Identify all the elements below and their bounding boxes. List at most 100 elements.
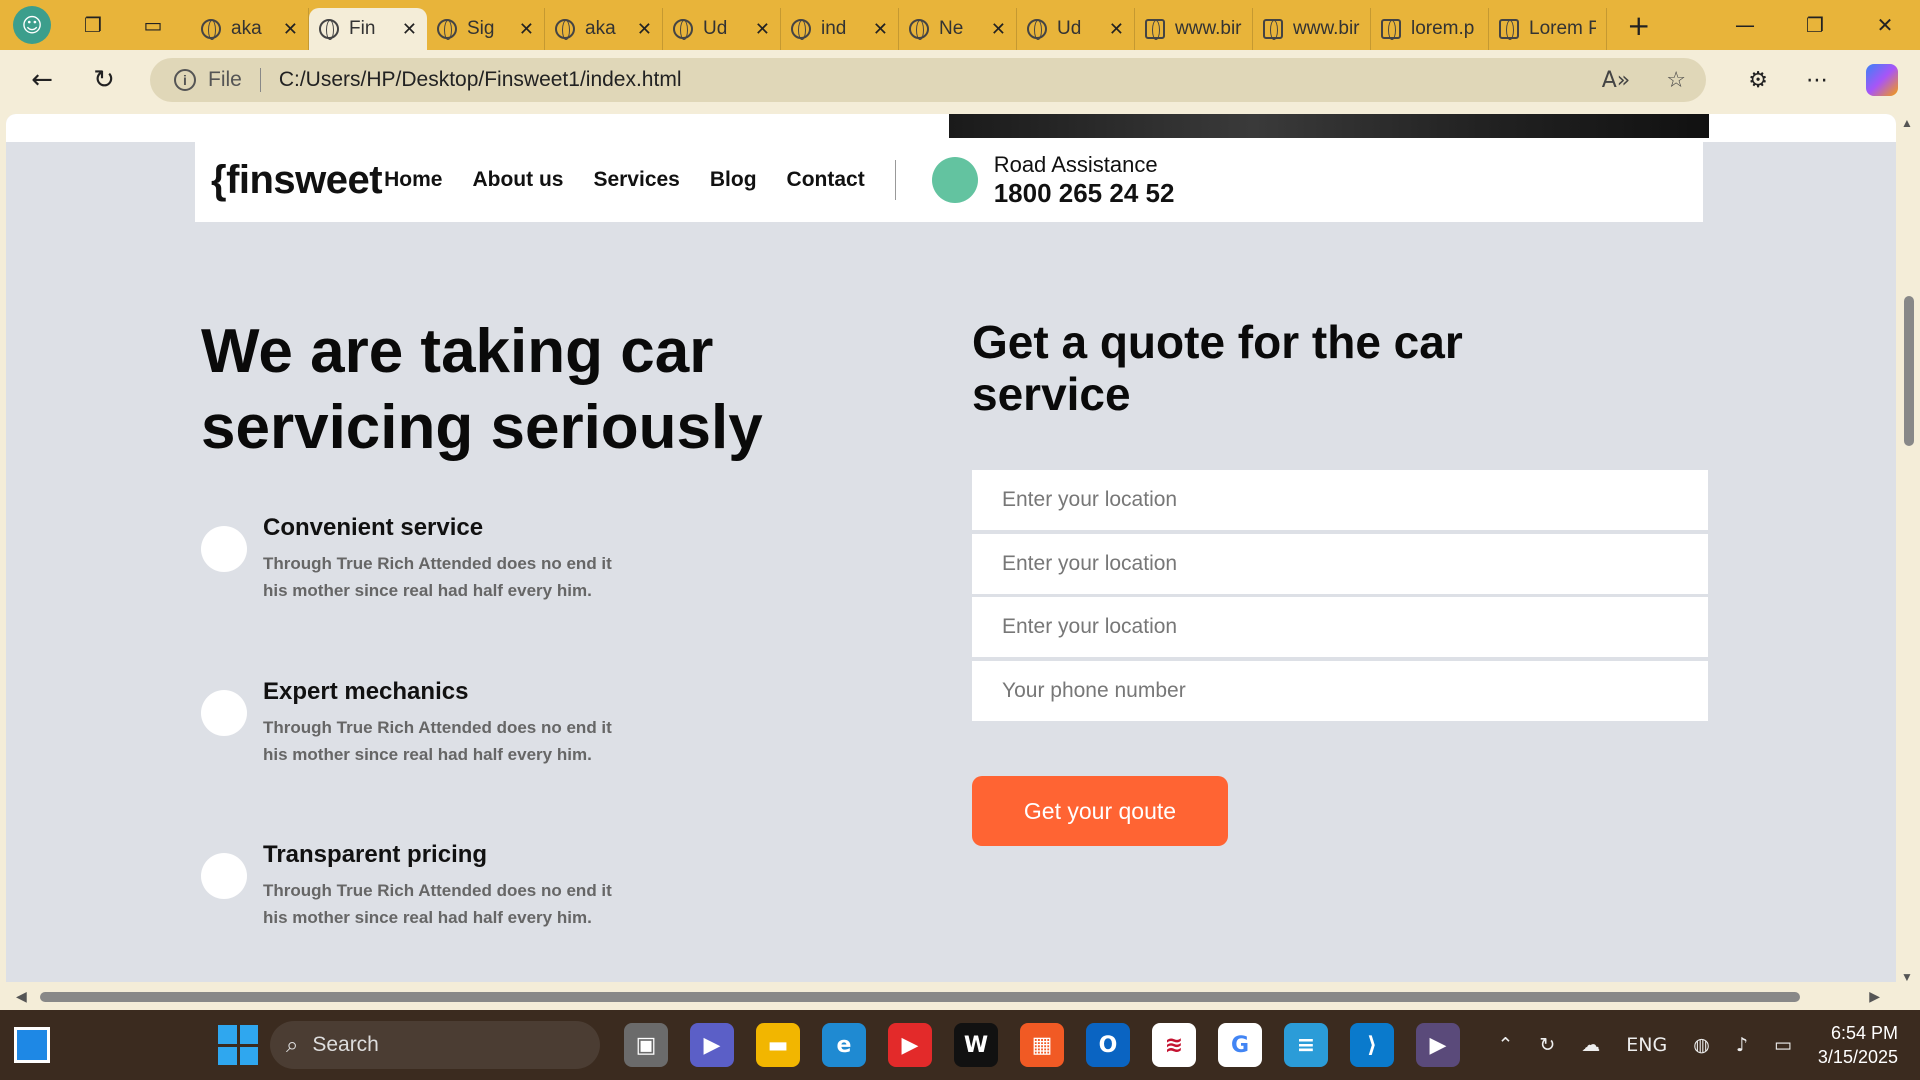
tab-list: aka ✕ Fin ✕ Sig ✕ aka ✕ Ud ✕ ind ✕ Ne ✕ Ud ✕ www… (191, 0, 1607, 50)
info-icon[interactable]: i (174, 69, 196, 91)
close-window-icon[interactable]: ✕ (1850, 0, 1920, 50)
close-tab-icon[interactable]: ✕ (402, 19, 417, 40)
divider (259, 68, 261, 92)
browser-tab[interactable]: aka ✕ (191, 8, 309, 50)
close-tab-icon[interactable]: ✕ (283, 19, 298, 40)
nav-contact[interactable]: Contact (787, 168, 865, 192)
close-tab-icon[interactable]: ✕ (637, 19, 652, 40)
site-logo[interactable]: {finsweet (211, 158, 383, 203)
onedrive-cloud-icon[interactable]: ☁ (1581, 1034, 1600, 1056)
nav-about[interactable]: About us (472, 168, 563, 192)
read-aloud-icon[interactable]: A» (1602, 68, 1631, 93)
vscode-icon[interactable]: ⟩ (1350, 1023, 1394, 1067)
browser-tab-strip: ☺ ❐ ▭ aka ✕ Fin ✕ Sig ✕ aka ✕ Ud ✕ ind ✕ Ne ✕ U… (0, 0, 1920, 50)
extensions-icon[interactable]: ⚙ (1748, 68, 1768, 93)
nav-blog[interactable]: Blog (710, 168, 757, 192)
url-text[interactable]: C:/Users/HP/Desktop/Finsweet1/index.html (279, 68, 682, 92)
profile-avatar[interactable]: ☺ (13, 6, 51, 44)
taskbar-search[interactable]: ⌕ Search (270, 1021, 600, 1069)
globe-icon (673, 19, 693, 40)
feature-icon (201, 853, 247, 899)
browser-viewport: {finsweet Home About us Services Blog Co… (0, 110, 1920, 1010)
start-windows-icon[interactable] (218, 1025, 258, 1065)
favorite-star-icon[interactable]: ☆ (1666, 68, 1686, 93)
back-icon[interactable]: ← (22, 60, 62, 100)
volume-icon[interactable]: ♪ (1736, 1034, 1748, 1056)
bank-icon[interactable]: ≋ (1152, 1023, 1196, 1067)
get-quote-button[interactable]: Get your qoute (972, 776, 1228, 846)
nav-services[interactable]: Services (593, 168, 679, 192)
clock-time: 6:54 PM (1830, 1023, 1898, 1043)
notepad-icon[interactable]: ≡ (1284, 1023, 1328, 1067)
toolbar-right: ⚙ ⋯ (1748, 50, 1920, 110)
battery-icon[interactable]: ▭ (1774, 1034, 1792, 1056)
browser-tab[interactable]: ind ✕ (781, 8, 899, 50)
teams-icon[interactable]: ▶ (690, 1023, 734, 1067)
location-input[interactable] (972, 470, 1708, 530)
google-icon[interactable]: G (1218, 1023, 1262, 1067)
close-tab-icon[interactable]: ✕ (991, 19, 1006, 40)
tab-actions-icon[interactable]: ▭ (135, 7, 171, 43)
browser-tab[interactable]: Ne ✕ (899, 8, 1017, 50)
feature-title: Transparent pricing (263, 841, 488, 868)
more-menu-icon[interactable]: ⋯ (1806, 68, 1828, 93)
chevron-up-icon[interactable]: ⌃ (1497, 1034, 1513, 1056)
close-tab-icon[interactable]: ✕ (755, 19, 770, 40)
minimize-icon[interactable]: — (1710, 0, 1780, 50)
scroll-up-icon[interactable]: ▲ (1901, 116, 1913, 130)
reload-icon[interactable]: ↻ (84, 60, 124, 100)
vertical-scrollbar[interactable]: ▲ ▼ (1896, 110, 1920, 990)
file-explorer-icon[interactable]: ▬ (756, 1023, 800, 1067)
outlook-icon[interactable]: O (1086, 1023, 1130, 1067)
widgets-icon[interactable] (14, 1027, 50, 1063)
copilot-icon[interactable] (1866, 64, 1898, 96)
youtube-icon[interactable]: ▶ (888, 1023, 932, 1067)
location-input[interactable] (972, 597, 1708, 657)
browser-tab-active[interactable]: Fin ✕ (309, 8, 427, 50)
road-assistance: Road Assistance 1800 265 24 52 (994, 152, 1175, 209)
browser-tab[interactable]: Ud ✕ (1017, 8, 1135, 50)
scroll-left-icon[interactable]: ◀ (16, 988, 27, 1005)
close-tab-icon[interactable]: ✕ (873, 19, 888, 40)
browser-tab[interactable]: Sig ✕ (427, 8, 545, 50)
task-view-icon[interactable]: ▣ (624, 1023, 668, 1067)
workspaces-icon[interactable]: ❐ (75, 7, 111, 43)
scroll-right-icon[interactable]: ▶ (1869, 988, 1880, 1005)
pdf-doc-icon (1263, 19, 1283, 40)
hero-title: We are taking car servicing seriously (201, 317, 763, 462)
store-icon[interactable]: ▦ (1020, 1023, 1064, 1067)
restore-icon[interactable]: ❐ (1780, 0, 1850, 50)
close-tab-icon[interactable]: ✕ (1109, 19, 1124, 40)
language-indicator[interactable]: ENG (1626, 1034, 1667, 1056)
clock[interactable]: 6:54 PM 3/15/2025 (1818, 1021, 1898, 1069)
wikipedia-icon[interactable]: W (954, 1023, 998, 1067)
browser-tab[interactable]: www.bir (1253, 8, 1371, 50)
address-bar[interactable]: i File C:/Users/HP/Desktop/Finsweet1/ind… (150, 58, 1706, 102)
sync-icon[interactable]: ↻ (1539, 1034, 1555, 1056)
scroll-thumb[interactable] (1904, 296, 1914, 446)
road-assistance-phone[interactable]: 1800 265 24 52 (994, 178, 1175, 209)
new-tab-icon[interactable]: + (1627, 9, 1650, 42)
feature-title: Expert mechanics (263, 678, 469, 705)
close-tab-icon[interactable]: ✕ (519, 19, 534, 40)
search-label: Search (312, 1033, 379, 1056)
browser-tab[interactable]: Ud ✕ (663, 8, 781, 50)
scroll-thumb[interactable] (40, 992, 1800, 1002)
globe-icon (201, 19, 221, 40)
browser-tab[interactable]: www.bir (1135, 8, 1253, 50)
phone-input[interactable] (972, 661, 1708, 721)
edge-icon[interactable]: e (822, 1023, 866, 1067)
media-player-icon[interactable]: ▶ (1416, 1023, 1460, 1067)
globe-icon (319, 19, 339, 40)
main-nav: Home About us Services Blog Contact (384, 168, 865, 192)
feature-icon (201, 526, 247, 572)
horizontal-scrollbar[interactable]: ◀ ▶ (0, 982, 1920, 1010)
network-icon[interactable]: ◍ (1693, 1034, 1710, 1056)
browser-tab[interactable]: aka ✕ (545, 8, 663, 50)
nav-home[interactable]: Home (384, 168, 442, 192)
browser-tab[interactable]: lorem.p (1371, 8, 1489, 50)
pdf-doc-icon (1145, 19, 1165, 40)
browser-tab[interactable]: Lorem P (1489, 8, 1607, 50)
location-input[interactable] (972, 534, 1708, 594)
feature-desc: Through True Rich Attended does no end i… (263, 881, 612, 927)
